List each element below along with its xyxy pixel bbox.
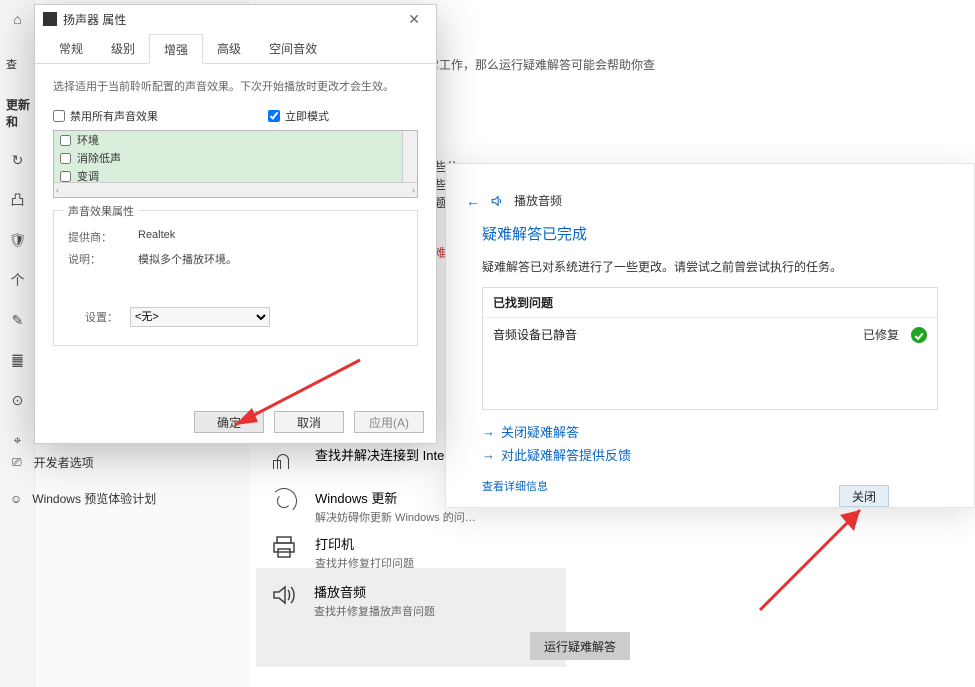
ts-complete-heading: 疑难解答已完成 bbox=[482, 223, 938, 244]
disable-all-checkbox[interactable]: 禁用所有声音效果 bbox=[53, 108, 158, 124]
speaker-icon bbox=[490, 194, 504, 208]
speaker-titlebar-icon bbox=[43, 12, 57, 26]
view-detail-link[interactable]: 查看详细信息 bbox=[446, 476, 974, 496]
provider-value: Realtek bbox=[138, 229, 175, 245]
tab-levels[interactable]: 级别 bbox=[97, 34, 149, 64]
enh-label: 环境 bbox=[77, 132, 99, 148]
check-icon bbox=[911, 327, 927, 343]
speaker-icon bbox=[270, 582, 296, 608]
enhancements-description: 选择适用于当前聆听配置的声音效果。下次开始播放时更改才会生效。 bbox=[53, 78, 418, 94]
developer-options-label: 开发者选项 bbox=[34, 454, 94, 471]
found-row: 音频设备已静音 已修复 bbox=[483, 318, 937, 409]
ts-title: 播放音频 bbox=[514, 192, 562, 209]
close-ts-text: 关闭疑难解答 bbox=[501, 422, 579, 441]
dialog-titlebar[interactable]: 扬声器 属性 ✕ bbox=[35, 5, 436, 33]
feedback-text: 对此疑难解答提供反馈 bbox=[501, 445, 631, 464]
ts-close-button[interactable]: 关闭 bbox=[839, 485, 889, 507]
dialog-title: 扬声器 属性 bbox=[63, 11, 126, 28]
close-icon[interactable]: ✕ bbox=[400, 9, 428, 30]
immediate-mode-checkbox[interactable]: 立即模式 bbox=[268, 108, 329, 124]
sync-icon bbox=[271, 488, 297, 514]
settings-sidebar: ⌂ 查 更新和 ↻ 凸 🛡 个 ✎ ䷀ ⊙ ⌖ bbox=[0, 0, 35, 687]
found-status: 已修复 bbox=[863, 326, 899, 343]
ok-button[interactable]: 确定 bbox=[194, 411, 264, 433]
home-icon[interactable]: ⌂ bbox=[0, 0, 35, 38]
found-head: 已找到问题 bbox=[483, 288, 937, 318]
provider-key: 提供商： bbox=[68, 229, 138, 245]
sidebar-glyph[interactable]: 凸 bbox=[0, 180, 35, 220]
enh-row: 环境 bbox=[54, 131, 417, 149]
feedback-link[interactable]: 对此疑难解答提供反馈 bbox=[482, 445, 938, 464]
setting-key: 设置： bbox=[68, 309, 118, 325]
troubleshooter-audio-selected[interactable]: 播放音频 查找并修复播放声音问题 bbox=[256, 568, 566, 667]
found-item: 音频设备已静音 bbox=[493, 326, 863, 343]
enhancements-list[interactable]: 环境 消除低声 变调 均衡器 ‹› bbox=[53, 130, 418, 198]
tab-advanced[interactable]: 高级 bbox=[203, 34, 255, 64]
enh-row: 消除低声 bbox=[54, 149, 417, 167]
sidebar-glyph[interactable]: 🛡 bbox=[0, 220, 35, 260]
sidebar-glyph[interactable]: 个 bbox=[0, 260, 35, 300]
audio-title: 播放音频 bbox=[314, 582, 435, 601]
vscrollbar[interactable] bbox=[402, 131, 417, 182]
disable-all-label: 禁用所有声音效果 bbox=[70, 108, 158, 124]
group-title: 声音效果属性 bbox=[64, 203, 138, 219]
update-heading-partial: 更新和 bbox=[6, 96, 34, 130]
close-troubleshooter-link[interactable]: 关闭疑难解答 bbox=[482, 422, 938, 441]
audio-sub: 查找并修复播放声音问题 bbox=[314, 603, 435, 619]
disable-all-input[interactable] bbox=[53, 110, 65, 122]
insider-icon: ☺ bbox=[10, 492, 22, 506]
sidebar-glyph[interactable]: ✎ bbox=[0, 300, 35, 340]
cancel-button[interactable]: 取消 bbox=[274, 411, 344, 433]
tab-strip: 常规 级别 增强 高级 空间音效 bbox=[35, 33, 436, 64]
insider-program-row[interactable]: ☺ Windows 预览体验计划 bbox=[10, 490, 156, 507]
search-partial: 查 bbox=[6, 56, 17, 72]
desc-value: 模拟多个播放环境。 bbox=[138, 251, 237, 267]
ts-message: 疑难解答已对系统进行了一些更改。请尝试之前曾尝试执行的任务。 bbox=[482, 258, 938, 275]
printer-title: 打印机 bbox=[315, 534, 414, 553]
printer-icon bbox=[271, 534, 297, 560]
troubleshooter-printer[interactable]: 打印机 查找并修复打印问题 bbox=[271, 534, 531, 571]
tab-general[interactable]: 常规 bbox=[45, 34, 97, 64]
immediate-mode-input[interactable] bbox=[268, 110, 280, 122]
developer-options-row[interactable]: ⎚ 开发者选项 bbox=[12, 454, 94, 471]
enh-label: 消除低声 bbox=[77, 150, 121, 166]
tab-spatial[interactable]: 空间音效 bbox=[255, 34, 331, 64]
sidebar-glyph[interactable]: ䷀ bbox=[0, 340, 35, 380]
troubleshoot-desc-partial: 正常工作，那么运行疑难解答可能会帮助你查 bbox=[415, 56, 915, 74]
enh-check[interactable] bbox=[60, 153, 71, 164]
sidebar-glyph[interactable]: ⊙ bbox=[0, 380, 35, 420]
setting-select[interactable]: <无> bbox=[130, 307, 270, 327]
insider-program-label: Windows 预览体验计划 bbox=[32, 490, 156, 507]
enh-check[interactable] bbox=[60, 171, 71, 182]
enh-check[interactable] bbox=[60, 135, 71, 146]
apply-button[interactable]: 应用(A) bbox=[354, 411, 424, 433]
winupd-sub: 解决妨碍你更新 Windows 的问… bbox=[315, 509, 476, 525]
desc-key: 说明： bbox=[68, 251, 138, 267]
found-problems-box: 已找到问题 音频设备已静音 已修复 bbox=[482, 287, 938, 410]
run-troubleshooter-button[interactable]: 运行疑难解答 bbox=[530, 632, 630, 660]
troubleshooter-panel: ← 播放音频 疑难解答已完成 疑难解答已对系统进行了一些更改。请尝试之前曾尝试执… bbox=[445, 163, 975, 508]
immediate-mode-label: 立即模式 bbox=[285, 108, 329, 124]
hscrollbar[interactable]: ‹› bbox=[54, 182, 417, 197]
sidebar-icons: ↻ 凸 🛡 个 ✎ ䷀ ⊙ ⌖ bbox=[0, 140, 35, 460]
speaker-properties-dialog: 扬声器 属性 ✕ 常规 级别 增强 高级 空间音效 选择适用于当前聆听配置的声音… bbox=[34, 4, 437, 444]
wifi-icon bbox=[271, 445, 297, 471]
sidebar-glyph[interactable]: ↻ bbox=[0, 140, 35, 180]
tab-enhancements[interactable]: 增强 bbox=[149, 34, 203, 64]
effect-properties-group: 声音效果属性 提供商：Realtek 说明：模拟多个播放环境。 设置： <无> bbox=[53, 210, 418, 346]
dev-icon: ⎚ bbox=[12, 455, 22, 470]
back-arrow-icon[interactable]: ← bbox=[466, 193, 480, 209]
